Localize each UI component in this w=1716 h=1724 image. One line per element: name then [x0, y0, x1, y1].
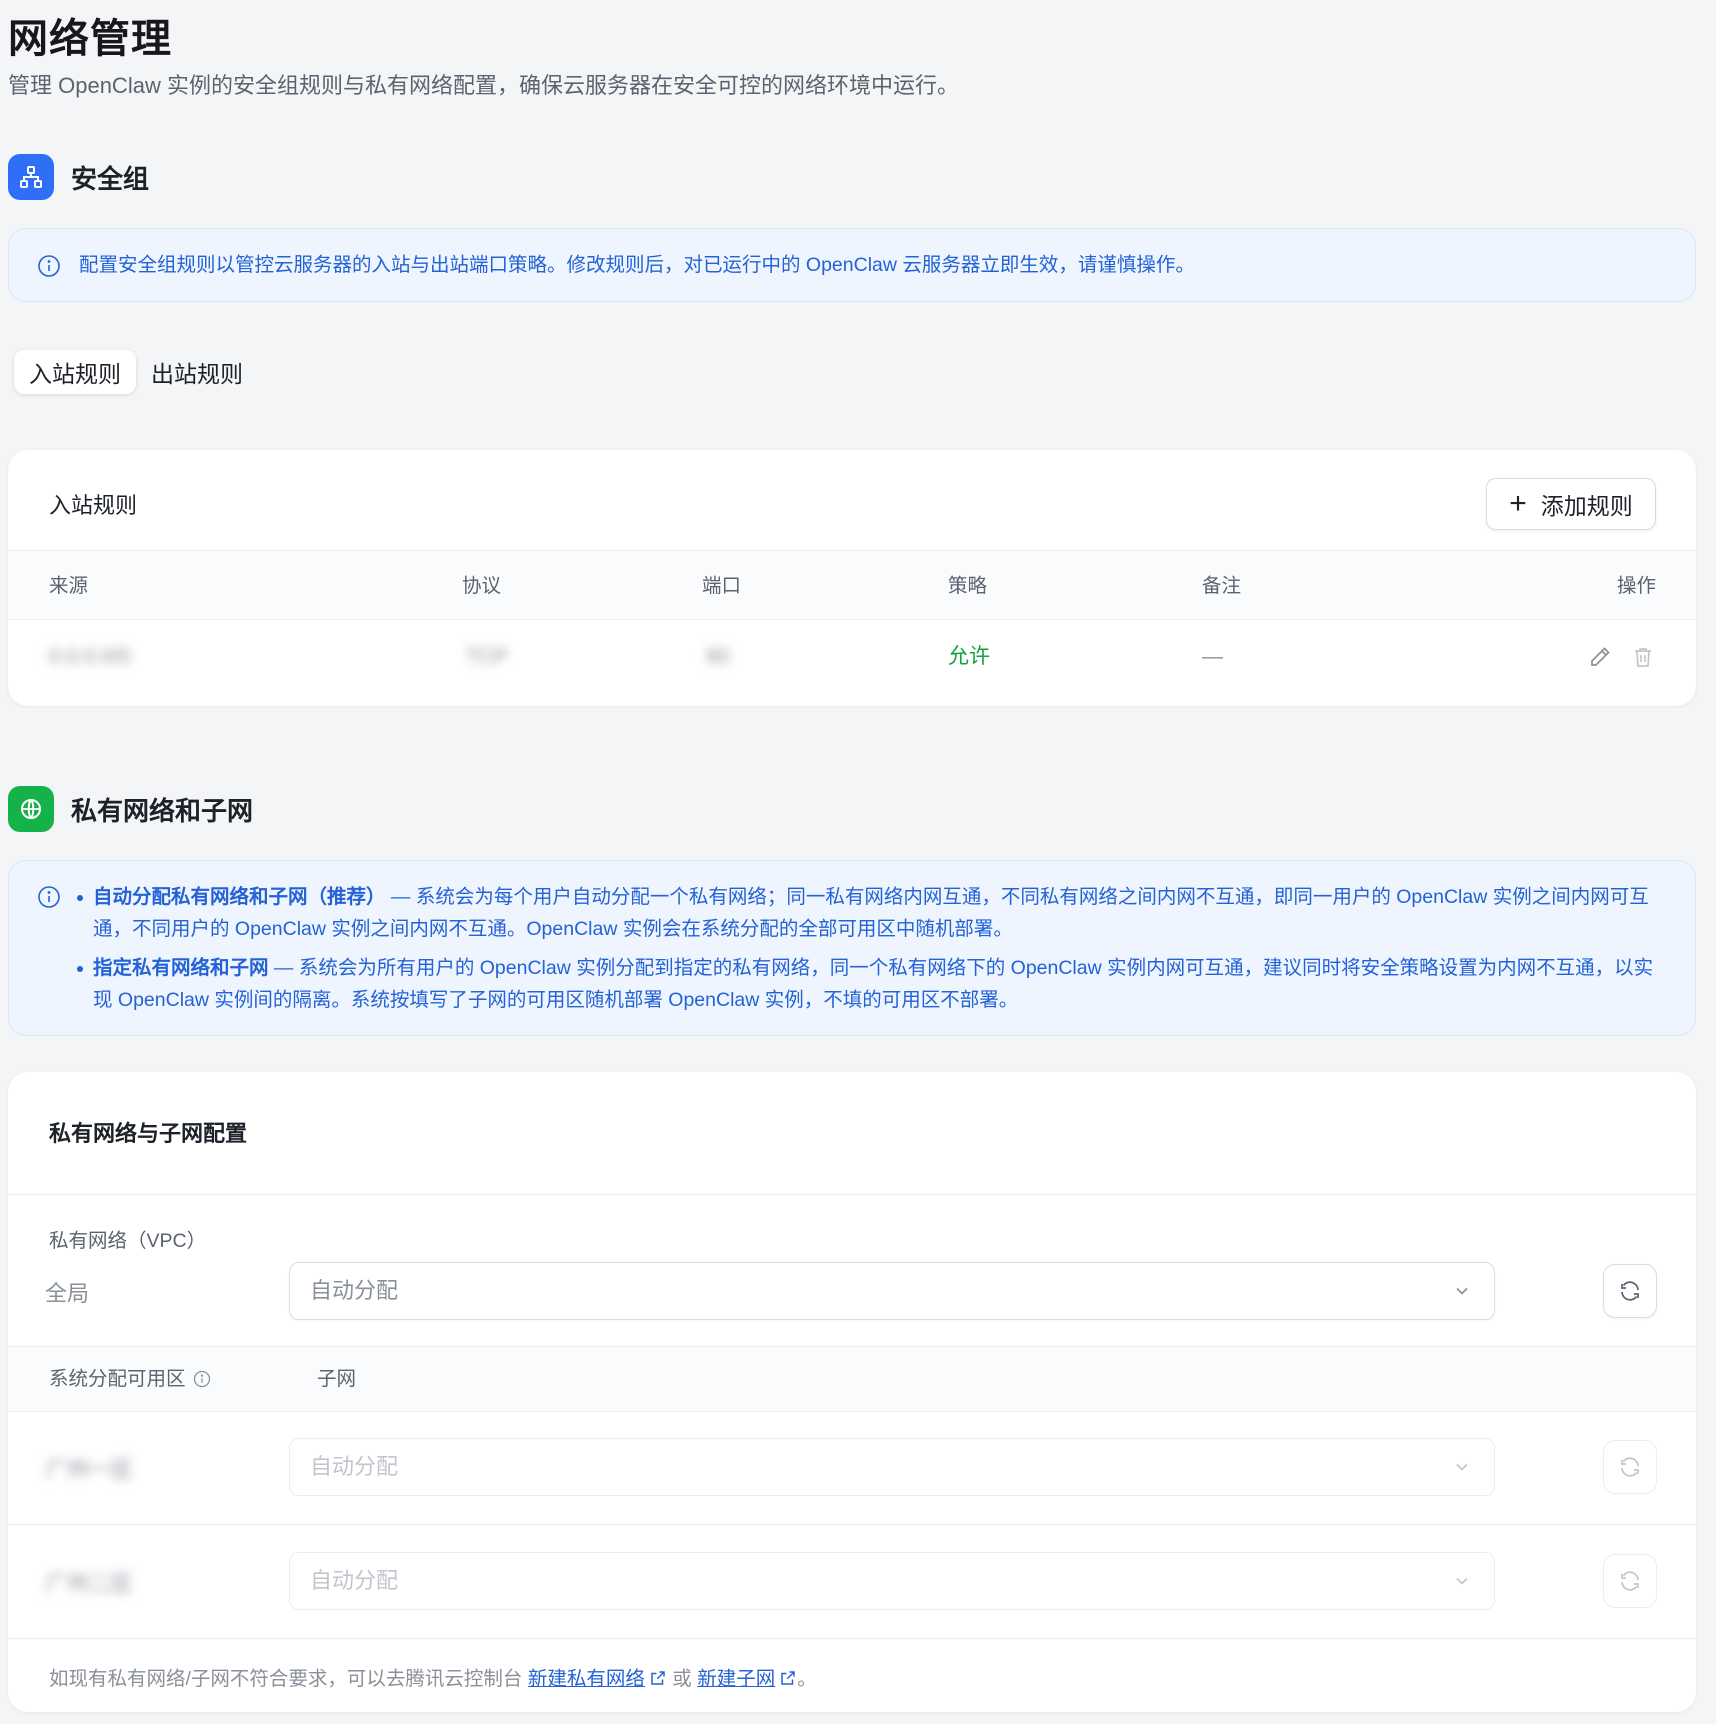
zone-table-header: 系统分配可用区 子网 — [8, 1347, 1696, 1411]
rule-tabs: 入站规则 出站规则 — [14, 350, 258, 394]
refresh-icon — [1621, 1281, 1639, 1301]
add-rule-button[interactable]: + 添加规则 — [1486, 478, 1656, 530]
notice-item-auto-title: 自动分配私有网络和子网（推荐） — [93, 886, 386, 908]
refresh-icon — [1621, 1457, 1639, 1477]
rule-port: 80 — [706, 645, 730, 668]
refresh-icon — [1621, 1571, 1639, 1591]
vpc-config-card: 私有网络与子网配置 私有网络（VPC） 全局 自动分配 系统分配可用区 子网 广… — [8, 1072, 1696, 1712]
network-icon — [8, 154, 54, 200]
subnet-select[interactable]: 自动分配 — [289, 1552, 1495, 1610]
security-group-notice-text: 配置安全组规则以管控云服务器的入站与出站端口策略。修改规则后，对已运行中的 Op… — [79, 254, 1195, 276]
notice-item-specified-text: — 系统会为所有用户的 OpenClaw 实例分配到指定的私有网络，同一个私有网… — [93, 957, 1654, 1011]
subnet-select-value: 自动分配 — [310, 1568, 399, 1593]
rule-remark: — — [1202, 645, 1223, 668]
rule-source: 0.0.0.0/0 — [49, 645, 131, 668]
vpc-select-value: 自动分配 — [310, 1278, 399, 1303]
info-icon — [38, 255, 60, 277]
subnet-select-value: 自动分配 — [310, 1454, 399, 1479]
bullet-dot — [77, 895, 83, 901]
inbound-rules-card: 入站规则 + 添加规则 来源 协议 端口 策略 备注 操作 0.0.0.0/0 … — [8, 450, 1696, 706]
create-vpc-link[interactable]: 新建私有网络 — [528, 1668, 667, 1690]
vpc-notice: 自动分配私有网络和子网（推荐） — 系统会为每个用户自动分配一个私有网络；同一私… — [8, 860, 1696, 1036]
footer-suffix: 。 — [797, 1668, 817, 1690]
bullet-dot — [77, 966, 83, 972]
subnet-header: 子网 — [317, 1368, 357, 1390]
divider — [8, 1194, 1696, 1195]
refresh-subnet-button[interactable] — [1603, 1554, 1657, 1608]
plus-icon: + — [1509, 487, 1527, 520]
info-icon[interactable] — [193, 1370, 211, 1388]
zone-header: 系统分配可用区 — [49, 1368, 186, 1390]
page-title: 网络管理 — [8, 17, 172, 61]
column-remark: 备注 — [1202, 575, 1242, 597]
globe-icon — [8, 786, 54, 832]
footer-or: 或 — [672, 1668, 692, 1690]
card-title: 入站规则 — [49, 493, 138, 518]
refresh-vpc-button[interactable] — [1603, 1264, 1657, 1318]
divider — [8, 1411, 1696, 1412]
edit-icon[interactable] — [1588, 645, 1612, 669]
column-protocol: 协议 — [462, 575, 502, 597]
notice-item-auto: 自动分配私有网络和子网（推荐） — 系统会为每个用户自动分配一个私有网络；同一私… — [77, 881, 1667, 945]
security-group-notice: 配置安全组规则以管控云服务器的入站与出站端口策略。修改规则后，对已运行中的 Op… — [8, 228, 1696, 302]
security-group-header: 安全组 — [8, 154, 149, 200]
chevron-down-icon — [1456, 1463, 1468, 1471]
card-title: 私有网络与子网配置 — [49, 1121, 248, 1146]
vpc-field-label: 私有网络（VPC） — [49, 1230, 207, 1252]
external-link-icon — [651, 1671, 665, 1685]
divider — [8, 1638, 1696, 1639]
chevron-down-icon — [1456, 1577, 1468, 1585]
refresh-subnet-button[interactable] — [1603, 1440, 1657, 1494]
table-row: 0.0.0.0/0 TCP 80 允许 — — [8, 620, 1696, 694]
column-port: 端口 — [702, 575, 742, 597]
zone-name: 广州二区 — [45, 1571, 134, 1596]
notice-item-specified: 指定私有网络和子网 — 系统会为所有用户的 OpenClaw 实例分配到指定的私… — [77, 952, 1667, 1016]
subnet-select[interactable]: 自动分配 — [289, 1438, 1495, 1496]
scope-label: 全局 — [45, 1281, 90, 1306]
footer-note: 如现有私有网络/子网不符合要求，可以去腾讯云控制台 新建私有网络 或 新建子网。 — [49, 1662, 817, 1691]
divider — [8, 1524, 1696, 1525]
table-header: 来源 协议 端口 策略 备注 操作 — [8, 550, 1696, 620]
zone-name: 广州一区 — [45, 1457, 134, 1482]
notice-item-specified-title: 指定私有网络和子网 — [93, 957, 269, 979]
add-rule-label: 添加规则 — [1540, 493, 1633, 519]
rule-protocol: TCP — [466, 645, 508, 668]
vpc-header: 私有网络和子网 — [8, 786, 253, 832]
column-policy: 策略 — [948, 575, 988, 597]
tab-outbound-rules[interactable]: 出站规则 — [136, 350, 258, 394]
delete-icon[interactable] — [1631, 645, 1655, 669]
info-icon — [38, 886, 60, 908]
column-source: 来源 — [49, 575, 89, 597]
chevron-down-icon — [1456, 1287, 1468, 1295]
security-group-title: 安全组 — [71, 163, 150, 194]
column-actions: 操作 — [1616, 575, 1656, 597]
footer-prefix: 如现有私有网络/子网不符合要求，可以去腾讯云控制台 — [49, 1668, 523, 1690]
rule-policy: 允许 — [948, 645, 990, 668]
vpc-select[interactable]: 自动分配 — [289, 1262, 1495, 1320]
create-subnet-link[interactable]: 新建子网 — [697, 1668, 797, 1690]
page-description: 管理 OpenClaw 实例的安全组规则与私有网络配置，确保云服务器在安全可控的… — [8, 73, 959, 98]
tab-inbound-rules[interactable]: 入站规则 — [14, 350, 136, 394]
vpc-title: 私有网络和子网 — [71, 795, 254, 826]
external-link-icon — [781, 1671, 795, 1685]
